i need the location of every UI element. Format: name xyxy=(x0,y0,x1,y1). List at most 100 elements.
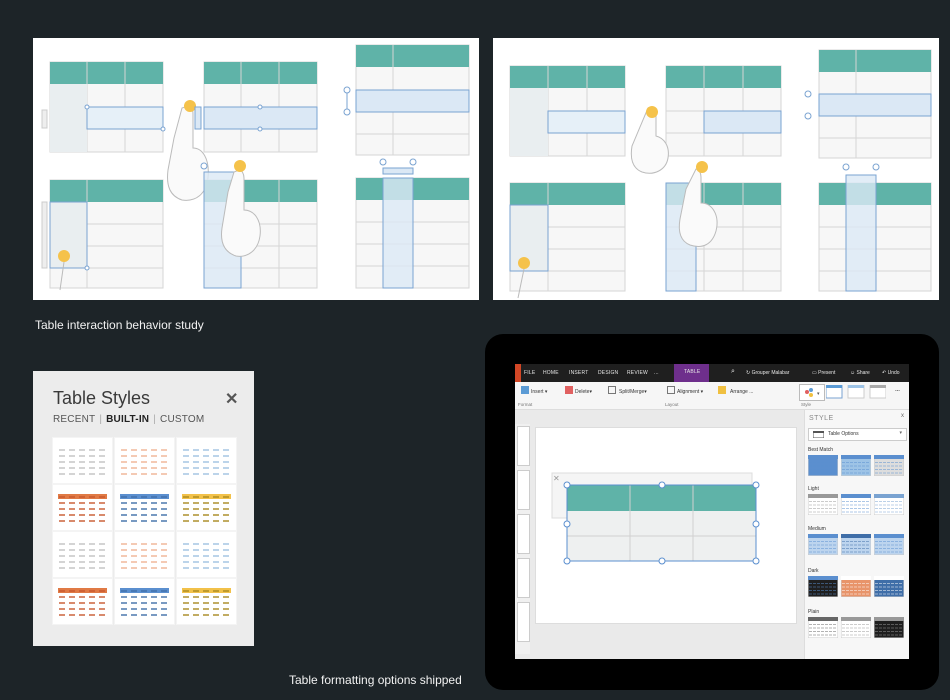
insert-label: Insert xyxy=(531,389,544,395)
shape-fill-button[interactable]: ▾ xyxy=(799,384,825,401)
search-icon[interactable]: ⌕ xyxy=(731,368,735,376)
interaction-study-panel-right xyxy=(493,38,939,300)
tab-file[interactable]: FILE xyxy=(524,370,535,376)
tab-separator: | xyxy=(153,414,157,425)
table-style-thumbnail[interactable] xyxy=(52,484,113,531)
style-thumbnail[interactable] xyxy=(874,534,904,555)
ribbon-tab-bar: FILE HOME INSERT DESIGN REVIEW ... TABLE… xyxy=(515,364,909,382)
study-frame-r3 xyxy=(804,49,932,159)
style-thumbnail[interactable] xyxy=(808,494,838,515)
study-frame-1 xyxy=(41,61,166,153)
study-frame-r2 xyxy=(630,65,782,174)
style-preview xyxy=(841,576,871,597)
arrange-button[interactable]: Arrange ... xyxy=(730,389,753,395)
close-icon[interactable]: x xyxy=(901,413,904,419)
delete-button[interactable]: Delete▾ xyxy=(575,389,592,395)
style-thumbnail[interactable] xyxy=(808,534,838,555)
style-preview xyxy=(874,534,904,555)
coauthor-status[interactable]: ↻ Grouper Malabar xyxy=(746,370,789,376)
style-thumbnail[interactable] xyxy=(808,455,838,476)
slide-thumb[interactable] xyxy=(517,558,530,598)
style-thumbnail[interactable] xyxy=(808,576,838,597)
alignment-label: Alignment xyxy=(677,389,700,395)
arrange-label: Arrange xyxy=(730,389,748,395)
tab-custom[interactable]: CUSTOM xyxy=(160,414,204,425)
style-thumbnail[interactable] xyxy=(874,494,904,515)
table-style-preview xyxy=(59,449,105,475)
table-styles-tabs: RECENT | BUILT-IN | CUSTOM xyxy=(53,414,204,425)
style-preview xyxy=(874,455,904,476)
slide-thumb[interactable] xyxy=(517,426,530,466)
close-icon[interactable]: ✕ xyxy=(225,389,238,409)
svg-text:✕: ✕ xyxy=(553,474,560,483)
chevron-down-icon: ▾ xyxy=(899,430,902,436)
table-style-thumbnail[interactable] xyxy=(52,437,113,484)
slide-table-illustration[interactable]: ✕ xyxy=(536,428,796,623)
style-preview xyxy=(841,494,871,515)
table-style-preview xyxy=(58,494,107,522)
tab-table-label: TABLE xyxy=(684,369,701,375)
tab-review[interactable]: REVIEW xyxy=(627,370,648,376)
present-button[interactable]: ▭ Present xyxy=(812,370,835,376)
more-label: ... xyxy=(749,389,754,395)
style-thumbnail[interactable] xyxy=(841,576,871,597)
shape-fill-icon: ▾ xyxy=(805,388,820,397)
slide[interactable]: ✕ xyxy=(535,427,797,624)
ribbon-style-thumbs[interactable] xyxy=(826,385,886,399)
split-merge-button[interactable]: Split/Merge▾ xyxy=(619,389,647,395)
style-preview xyxy=(808,576,838,597)
table-style-thumbnail[interactable] xyxy=(114,531,175,578)
style-thumbnail[interactable] xyxy=(841,455,871,476)
style-pane-title: STYLE xyxy=(809,415,834,422)
style-thumbnail[interactable] xyxy=(874,617,904,638)
study-frame-3 xyxy=(343,44,470,156)
style-thumbnail[interactable] xyxy=(841,534,871,555)
table-style-preview xyxy=(58,588,107,616)
style-preview xyxy=(808,494,838,515)
slide-thumb[interactable] xyxy=(517,602,530,642)
split-merge-label: Split/Merge xyxy=(619,389,645,395)
style-thumbnail[interactable] xyxy=(841,617,871,638)
undo-button[interactable]: ↶ Undo xyxy=(882,370,900,376)
style-thumbnail[interactable] xyxy=(874,455,904,476)
tab-built-in[interactable]: BUILT-IN xyxy=(106,414,149,425)
insert-button[interactable]: Insert ▾ xyxy=(531,389,547,395)
present-label: Present xyxy=(818,370,836,376)
table-options-dropdown[interactable]: Table Options ▾ xyxy=(808,428,907,441)
table-options-label: Table Options xyxy=(828,431,859,437)
tab-design[interactable]: DESIGN xyxy=(598,370,618,376)
share-button[interactable]: ☺ Share xyxy=(850,370,870,376)
tab-insert[interactable]: INSERT xyxy=(569,370,588,376)
app-screen: FILE HOME INSERT DESIGN REVIEW ... TABLE… xyxy=(515,364,909,659)
table-style-thumbnail[interactable] xyxy=(114,578,175,625)
table-style-thumbnail[interactable] xyxy=(114,484,175,531)
table-style-thumbnail[interactable] xyxy=(52,578,113,625)
table-style-thumbnail[interactable] xyxy=(176,578,237,625)
ribbon-style-gallery xyxy=(826,385,886,399)
ribbon-overflow-button[interactable]: … xyxy=(895,387,900,393)
interaction-study-illustration-left xyxy=(41,44,470,291)
tab-table[interactable]: TABLE xyxy=(674,364,709,382)
tab-more[interactable]: ... xyxy=(654,370,659,376)
slide-thumb[interactable] xyxy=(517,470,530,510)
table-style-thumbnail[interactable] xyxy=(176,484,237,531)
group-format: Format xyxy=(518,402,533,407)
table-style-thumbnail[interactable] xyxy=(52,531,113,578)
table-style-thumbnail[interactable] xyxy=(176,437,237,484)
style-preview xyxy=(874,576,904,597)
alignment-button[interactable]: Alignment ▾ xyxy=(677,389,703,395)
table-style-thumbnail[interactable] xyxy=(114,437,175,484)
tab-home[interactable]: HOME xyxy=(543,370,559,376)
svg-text:▾: ▾ xyxy=(817,391,820,397)
study-frame-r6 xyxy=(818,163,932,292)
style-thumbnail[interactable] xyxy=(808,617,838,638)
delete-icon xyxy=(565,386,573,394)
interaction-study-illustration-right xyxy=(509,49,932,299)
slide-thumb[interactable] xyxy=(517,514,530,554)
table-style-thumbnail[interactable] xyxy=(176,531,237,578)
style-thumbnail[interactable] xyxy=(841,494,871,515)
tab-recent[interactable]: RECENT xyxy=(53,414,95,425)
style-thumbnail[interactable] xyxy=(874,576,904,597)
table-style-preview xyxy=(120,494,169,522)
study-frame-6 xyxy=(355,158,470,289)
